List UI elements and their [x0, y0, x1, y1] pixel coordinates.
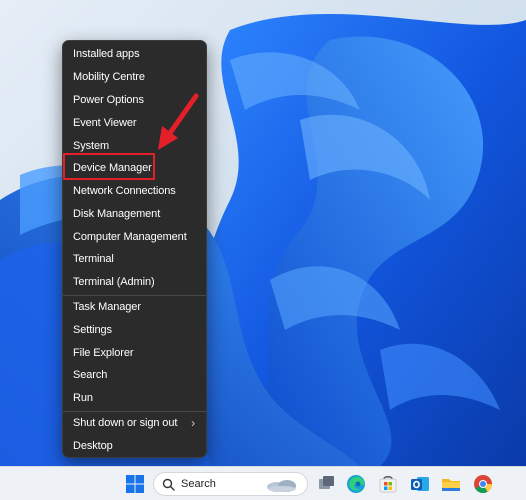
menu-item-network-connections[interactable]: Network Connections — [63, 180, 206, 202]
file-explorer-icon[interactable] — [440, 473, 462, 495]
search-icon — [162, 478, 175, 491]
menu-item-label: Installed apps — [73, 48, 140, 60]
menu-item-run[interactable]: Run — [63, 387, 206, 409]
menu-item-search[interactable]: Search — [63, 364, 206, 386]
task-view-icon[interactable] — [315, 473, 337, 495]
menu-item-terminal-admin[interactable]: Terminal (Admin) — [63, 271, 206, 293]
menu-item-label: Task Manager — [73, 301, 141, 313]
menu-item-label: Terminal — [73, 253, 114, 265]
device-manager-highlight-box — [63, 153, 155, 180]
menu-item-label: Settings — [73, 324, 112, 336]
menu-item-label: Power Options — [73, 94, 144, 106]
windows-start-icon[interactable] — [124, 473, 146, 495]
menu-item-settings[interactable]: Settings — [63, 319, 206, 341]
menu-item-label: Terminal (Admin) — [73, 276, 155, 288]
menu-item-terminal[interactable]: Terminal — [63, 248, 206, 270]
menu-item-label: Disk Management — [73, 208, 161, 220]
menu-item-label: Mobility Centre — [73, 71, 145, 83]
menu-item-desktop[interactable]: Desktop — [63, 435, 206, 457]
menu-item-label: Network Connections — [73, 185, 176, 197]
chrome-icon[interactable] — [472, 473, 494, 495]
menu-item-mobility-centre[interactable]: Mobility Centre — [63, 66, 206, 88]
menu-item-label: Shut down or sign out — [73, 417, 178, 429]
taskbar: Search — [0, 466, 526, 500]
desktop: Installed apps Mobility Centre Power Opt… — [0, 0, 526, 466]
taskbar-search-box[interactable]: Search — [153, 472, 308, 496]
menu-item-installed-apps[interactable]: Installed apps — [63, 43, 206, 65]
weather-widget-icon — [267, 480, 296, 492]
menu-item-disk-management[interactable]: Disk Management — [63, 203, 206, 225]
edge-icon[interactable] — [345, 473, 367, 495]
search-label: Search — [181, 478, 216, 490]
menu-item-label: Desktop — [73, 440, 113, 452]
red-arrow-icon — [158, 93, 199, 150]
menu-item-label: Event Viewer — [73, 117, 137, 129]
menu-item-file-explorer[interactable]: File Explorer — [63, 342, 206, 364]
outlook-icon[interactable] — [409, 473, 431, 495]
menu-item-task-manager[interactable]: Task Manager — [63, 296, 206, 318]
menu-item-label: Run — [73, 392, 93, 404]
menu-item-computer-management[interactable]: Computer Management — [63, 226, 206, 248]
menu-item-label: File Explorer — [73, 347, 134, 359]
menu-item-shut-down-or-sign-out[interactable]: Shut down or sign out › — [63, 412, 206, 434]
chevron-right-icon: › — [191, 416, 195, 430]
menu-item-label: Computer Management — [73, 231, 187, 243]
menu-item-label: System — [73, 140, 110, 152]
menu-item-label: Search — [73, 369, 108, 381]
store-icon[interactable] — [377, 473, 399, 495]
